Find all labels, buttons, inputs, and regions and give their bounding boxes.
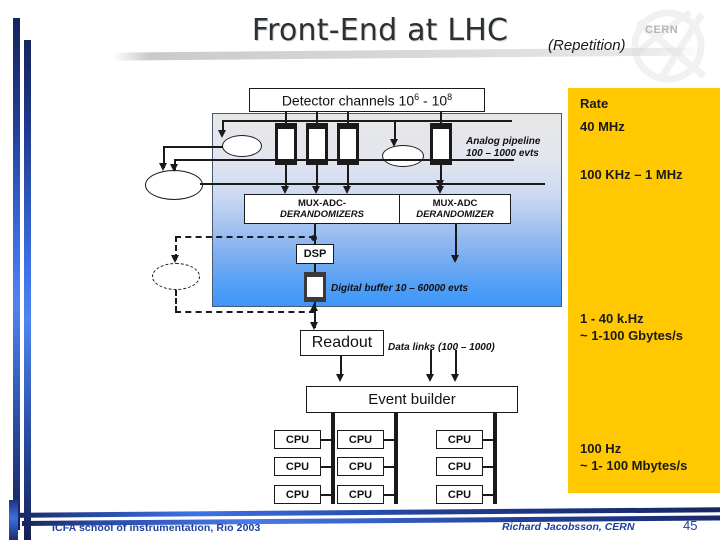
pipe2-out-arrow	[312, 186, 320, 194]
cpu-stub-2-2	[384, 466, 394, 469]
cpu-box-3-2: CPU	[436, 457, 483, 476]
detector-exp-high: 8	[447, 91, 453, 102]
link-3-arrow	[451, 374, 459, 382]
detector-range-dash: - 10	[419, 92, 448, 109]
readout-box: Readout	[300, 330, 384, 356]
readout-up-arrow	[310, 303, 318, 311]
trigger-node-small	[222, 135, 262, 157]
rate-value-100khz-1mhz: 100 KHz – 1 MHz	[580, 167, 683, 182]
l1-route-top	[163, 146, 223, 149]
rate-value-1-40khz: 1 - 40 k.Hz ~ 1-100 Gbytes/s	[580, 311, 683, 343]
mux-adc-derandomizer-right: MUX-ADC DERANDOMIZER	[399, 194, 511, 224]
cpu-box-2-1: CPU	[337, 430, 384, 449]
footer-author-label: Richard Jacobsson, CERN	[502, 521, 635, 533]
l2-dashed-down2	[175, 290, 177, 312]
mux-adc-derandomizers-left: MUX-ADC- DERANDOMIZERS	[244, 194, 400, 224]
mux-right-out-arrow	[451, 255, 459, 263]
cern-logo-icon	[631, 9, 707, 83]
footer-event-label: ICFA school of instrumentation, Rio 2003	[52, 522, 261, 534]
cpu-stub-3-3	[483, 494, 493, 497]
mux-left-line2: DERANDOMIZERS	[280, 209, 364, 220]
cpu-box-3-3: CPU	[436, 485, 483, 504]
cpu-stub-3-2	[483, 466, 493, 469]
cpu-box-2-3: CPU	[337, 485, 384, 504]
l1-route-bottom	[200, 183, 545, 186]
l2-dashed-bottom	[175, 311, 315, 313]
buffer-to-readout-arrow	[310, 322, 318, 330]
cpu-box-3-1: CPU	[436, 430, 483, 449]
l1-route-top-arrow	[159, 163, 167, 171]
mux-right-line1: MUX-ADC	[432, 198, 478, 209]
l1-route-mid-arrow	[170, 164, 178, 172]
detector-bus-line	[222, 120, 512, 123]
cpu-stub-1-2	[321, 466, 331, 469]
rate-value-100hz: 100 Hz ~ 1- 100 Mbytes/s	[580, 441, 688, 473]
l2-dashed-top	[175, 236, 315, 238]
cpu-stub-1-3	[321, 494, 331, 497]
rate-value-40mhz: 40 MHz	[580, 119, 625, 134]
detector-channels-label: Detector channels 10	[281, 92, 415, 109]
left-accent-bar-outer	[13, 18, 20, 530]
cpu-stub-2-3	[384, 494, 394, 497]
cpu-box-2-2: CPU	[337, 457, 384, 476]
link-2-arrow	[426, 374, 434, 382]
cpu-stub-1-1	[321, 439, 331, 442]
detector-bus-arrow-left	[218, 130, 226, 138]
cpu-bus-3	[493, 412, 497, 504]
detector-channels-box: Detector channels 106 - 108	[249, 88, 485, 112]
subtitle-repetition: (Repetition)	[548, 37, 626, 54]
footer-page-number: 45	[683, 518, 698, 533]
cpu-box-1-1: CPU	[274, 430, 321, 449]
cpu-box-1-3: CPU	[274, 485, 321, 504]
dsp-box: DSP	[296, 244, 334, 264]
pipe1-out-arrow	[281, 186, 289, 194]
event-builder-box: Event builder	[306, 386, 518, 413]
cpu-stub-3-1	[483, 439, 493, 442]
footer-left-tick	[9, 500, 18, 540]
digital-buffer	[304, 272, 326, 302]
cpu-bus-2	[394, 412, 398, 504]
trigger-node-l1	[145, 170, 203, 200]
slide-canvas: Front-End at LHC CERN (Repetition) Rate …	[0, 0, 720, 540]
mux-right-line2: DERANDOMIZER	[416, 209, 494, 220]
pipe3-out-arrow	[343, 186, 351, 194]
cpu-box-1-2: CPU	[274, 457, 321, 476]
left-accent-bar-inner	[24, 40, 31, 540]
analog-pipeline-annotation: Analog pipeline 100 – 1000 evts	[466, 136, 541, 159]
mux-left-line1: MUX-ADC-	[297, 198, 347, 209]
rate-panel-title: Rate	[580, 96, 609, 111]
pipe4-out-arrow	[436, 186, 444, 194]
readout-out-arrow	[336, 374, 344, 382]
cpu-stub-2-1	[384, 439, 394, 442]
mux-left-out	[314, 224, 317, 244]
rate-panel: Rate 40 MHz 100 KHz – 1 MHz 1 - 40 k.Hz …	[568, 88, 720, 493]
trigger-node-l2-dashed	[152, 263, 200, 290]
cpu-bus-1	[331, 412, 335, 504]
cern-logo-label: CERN	[645, 24, 679, 36]
page-title: Front-End at LHC	[251, 13, 509, 48]
data-links-annotation: Data links (100 – 1000)	[388, 342, 495, 353]
l1-route-mid	[174, 159, 514, 162]
l2-dashed-arrow	[171, 255, 179, 263]
digital-buffer-annotation: Digital buffer 10 – 60000 evts	[331, 283, 469, 294]
trigger-node-right	[382, 145, 424, 167]
